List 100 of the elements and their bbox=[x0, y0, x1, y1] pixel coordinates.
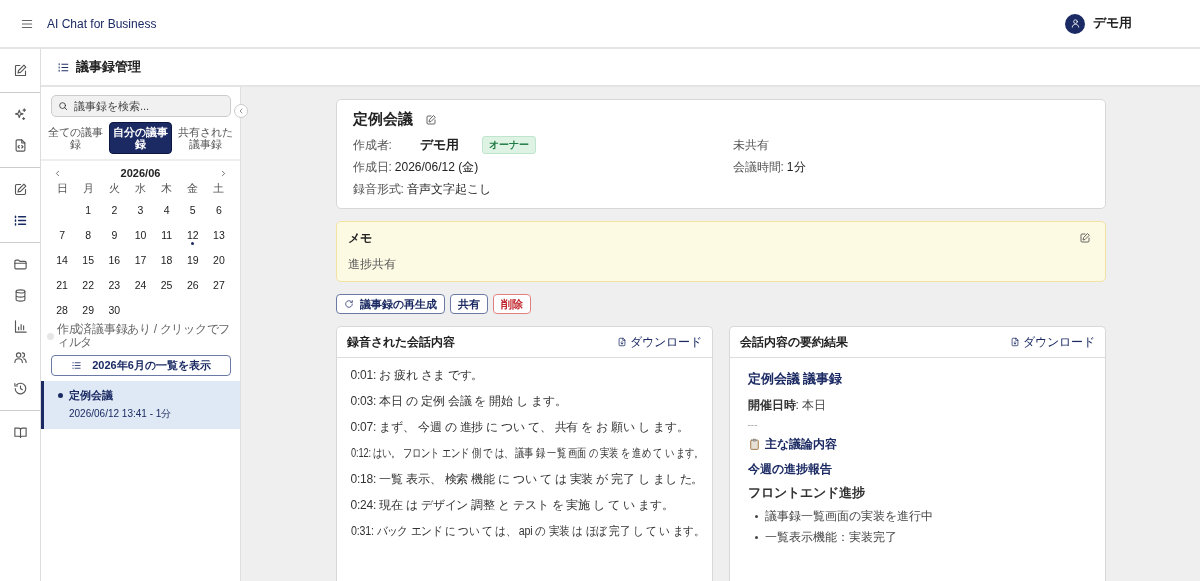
calendar-day[interactable]: 30 bbox=[101, 297, 128, 322]
list-icon[interactable] bbox=[12, 213, 28, 228]
weekday-label: 木 bbox=[160, 181, 174, 196]
calendar-day[interactable]: 6 bbox=[205, 197, 232, 222]
minutes-list-item[interactable]: 定例会議 2026/06/12 13:41 - 1分 bbox=[41, 381, 240, 429]
calendar-day[interactable]: 1 bbox=[75, 197, 102, 222]
calendar-day[interactable]: 14 bbox=[49, 247, 76, 272]
calendar-day[interactable]: 11 bbox=[153, 222, 180, 247]
calendar-day[interactable]: 4 bbox=[153, 197, 180, 222]
bullet-icon bbox=[58, 393, 63, 398]
calendar-day[interactable]: 13 bbox=[205, 222, 232, 247]
field-label: 作成日: bbox=[352, 159, 392, 176]
file-download-icon bbox=[1009, 337, 1020, 347]
calendar-day[interactable]: 20 bbox=[205, 247, 232, 272]
calendar-day[interactable]: 25 bbox=[153, 272, 180, 297]
calendar-day[interactable]: 15 bbox=[75, 247, 102, 272]
download-link[interactable]: ダウンロード bbox=[616, 333, 702, 351]
folder-icon[interactable] bbox=[12, 257, 28, 272]
filter-tab[interactable]: 自分の議事録 bbox=[108, 122, 173, 154]
weekday-label: 日 bbox=[55, 181, 69, 196]
calendar-day[interactable]: 5 bbox=[179, 197, 206, 222]
item-title: 定例会議 bbox=[69, 388, 113, 403]
calendar-day[interactable]: 17 bbox=[127, 247, 154, 272]
calendar-day[interactable]: 22 bbox=[75, 272, 102, 297]
calendar-day[interactable]: 12 bbox=[179, 222, 206, 247]
edit-icon[interactable] bbox=[12, 182, 28, 197]
edit-icon[interactable] bbox=[1078, 232, 1091, 244]
share-status: 未共有 bbox=[732, 137, 769, 152]
calendar-day[interactable]: 21 bbox=[49, 272, 76, 297]
delete-button[interactable]: 削除 bbox=[492, 294, 531, 314]
summary-bullet: 一覧表示機能：実装完了 bbox=[764, 529, 897, 546]
chevron-left-icon[interactable] bbox=[53, 168, 62, 178]
filter-tab[interactable]: 全ての議事録 bbox=[45, 122, 107, 154]
summary-subheading: フロントエンド進捗 bbox=[747, 485, 865, 502]
book-icon[interactable] bbox=[12, 425, 28, 440]
panel-title: 録音された会話内容 bbox=[346, 333, 455, 351]
calendar-day[interactable]: 2 bbox=[101, 197, 128, 222]
weekday-label: 水 bbox=[134, 181, 147, 196]
weekday-label: 金 bbox=[186, 181, 200, 196]
weekday-label: 土 bbox=[212, 181, 226, 196]
calendar-day[interactable]: 9 bbox=[101, 222, 128, 247]
edit-icon[interactable] bbox=[12, 63, 28, 78]
role-badge: オーナー bbox=[481, 136, 536, 154]
share-button[interactable]: 共有 bbox=[449, 294, 488, 314]
sparkles-icon[interactable] bbox=[12, 107, 28, 122]
users-icon[interactable] bbox=[12, 350, 28, 365]
app-title: AI Chat for Business bbox=[47, 16, 157, 31]
weekday-label: 火 bbox=[107, 181, 121, 196]
weekday-label: 月 bbox=[81, 181, 95, 196]
list-icon bbox=[71, 360, 83, 371]
field-label: 録音形式: bbox=[352, 181, 404, 198]
edit-icon[interactable] bbox=[424, 113, 437, 126]
calendar-day[interactable]: 29 bbox=[75, 297, 102, 322]
calendar-day[interactable]: 3 bbox=[127, 197, 154, 222]
calendar-day[interactable]: 19 bbox=[179, 247, 206, 272]
calendar-day[interactable]: 18 bbox=[153, 247, 180, 272]
user-name: デモ用 bbox=[1093, 15, 1132, 32]
database-icon[interactable] bbox=[12, 288, 28, 303]
file-download-icon bbox=[616, 337, 627, 347]
download-link[interactable]: ダウンロード bbox=[1009, 333, 1095, 351]
summary-text: 開催日時: 本日 bbox=[747, 397, 827, 414]
transcript-line: 0:24: 現在 は デザイン 調整 と テスト を 実施 し て い ます。 bbox=[350, 498, 674, 512]
list-icon bbox=[57, 60, 70, 74]
page-title: 議事録管理 bbox=[76, 58, 141, 76]
calendar-day[interactable]: 28 bbox=[49, 297, 76, 322]
filter-tab[interactable]: 共有された議事録 bbox=[174, 122, 236, 154]
creator-name: デモ用 bbox=[419, 136, 460, 154]
transcript-line: 0:07: まず、 今週 の 進捗 に つい て、 共有 を お 願い し ます。 bbox=[350, 420, 689, 434]
bar-chart-icon[interactable] bbox=[12, 319, 28, 334]
field-value: 2026/06/12 (金) bbox=[394, 159, 479, 176]
calendar-day[interactable]: 24 bbox=[127, 272, 154, 297]
calendar-day[interactable]: 27 bbox=[205, 272, 232, 297]
field-label: 会議時間: bbox=[732, 159, 784, 176]
item-meta: 2026/06/12 13:41 - 1分 bbox=[68, 407, 173, 421]
calendar-day[interactable]: 16 bbox=[101, 247, 128, 272]
month-list-button[interactable]: 2026年6月の一覧を表示 bbox=[51, 355, 231, 376]
search-icon bbox=[58, 101, 68, 111]
file-code-icon[interactable] bbox=[12, 138, 28, 153]
transcript-line: 0:01: お 疲れ さま です。 bbox=[350, 368, 484, 382]
calendar-day[interactable]: 10 bbox=[127, 222, 154, 247]
chevron-right-icon[interactable] bbox=[219, 168, 228, 178]
summary-subheading: 今週の進捗報告 bbox=[747, 461, 832, 478]
bullet-icon bbox=[754, 515, 758, 518]
history-icon[interactable] bbox=[12, 381, 28, 396]
clipboard-icon bbox=[747, 438, 761, 451]
chevron-left-icon bbox=[237, 107, 245, 115]
transcript-line: 0:18: 一覧 表示、 検索 機能 に つい て は 実装 が 完了 し まし た。 bbox=[350, 472, 704, 486]
calendar-day[interactable]: 7 bbox=[49, 222, 76, 247]
refresh-icon bbox=[343, 299, 354, 309]
field-value: 1分 bbox=[786, 159, 806, 176]
minutes-title: 定例会議 bbox=[352, 110, 413, 129]
calendar-day[interactable]: 26 bbox=[179, 272, 206, 297]
user-avatar[interactable] bbox=[1065, 13, 1085, 34]
regenerate-button[interactable]: 議事録の再生成 bbox=[335, 294, 445, 314]
field-value: 音声文字起こし bbox=[406, 181, 491, 198]
summary-bullet: 議事録一覧画面の実装を進行中 bbox=[764, 508, 933, 525]
calendar-day[interactable]: 23 bbox=[101, 272, 128, 297]
person-icon bbox=[1069, 18, 1081, 29]
search-field[interactable]: 議事録を検索... bbox=[51, 95, 231, 117]
calendar-day[interactable]: 8 bbox=[75, 222, 102, 247]
